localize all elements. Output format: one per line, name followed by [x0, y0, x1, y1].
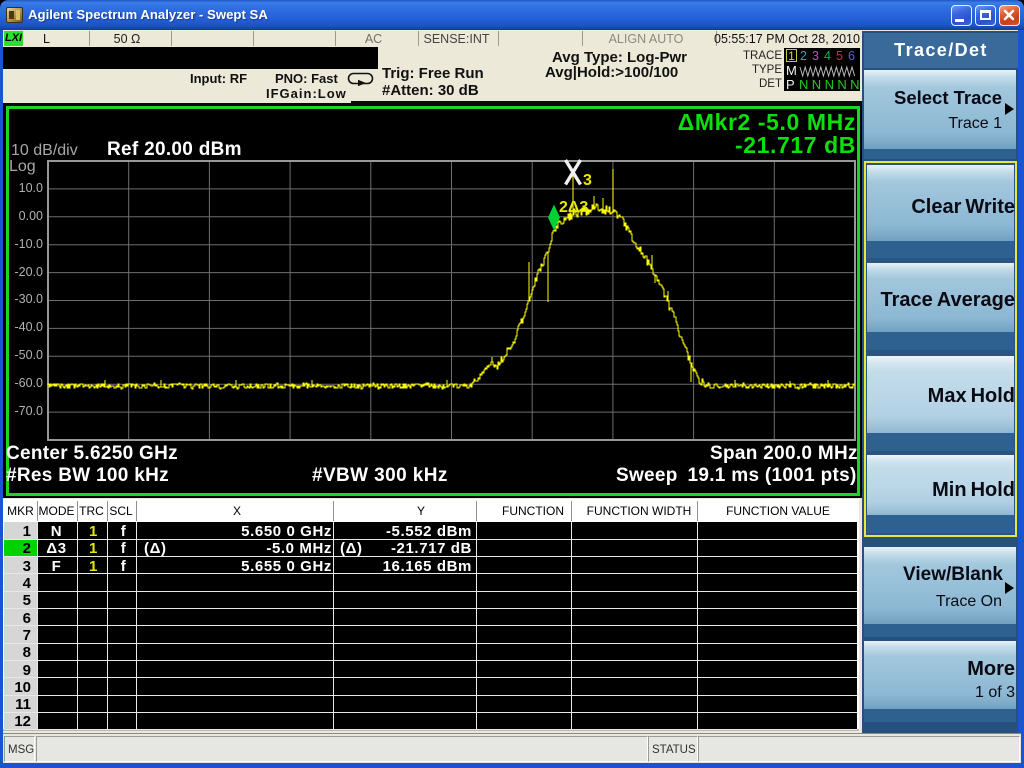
svg-text:3: 3 [583, 172, 592, 189]
svg-text:2Δ3: 2Δ3 [559, 199, 588, 216]
